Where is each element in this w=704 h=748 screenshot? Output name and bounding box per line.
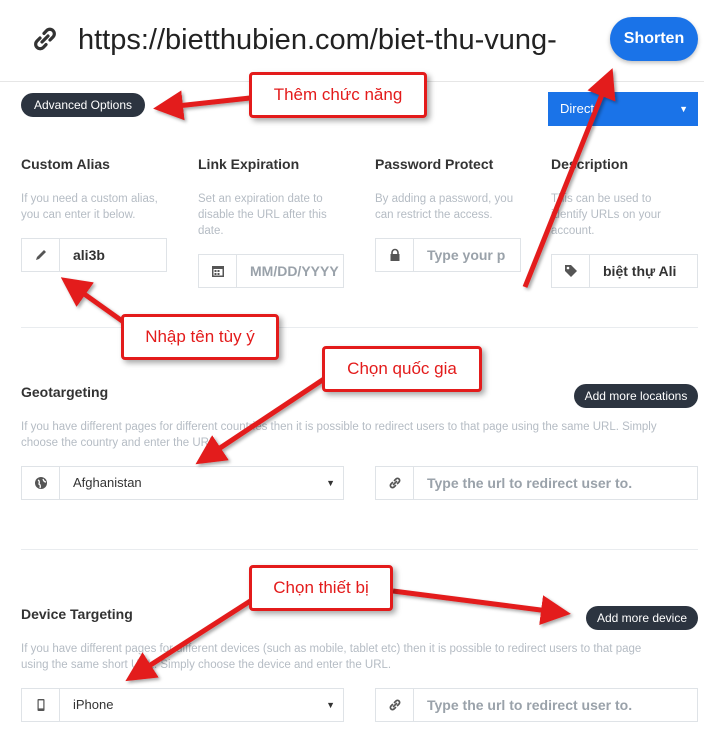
- annotation-them-chuc-nang: Thêm chức năng: [249, 72, 427, 118]
- chevron-down-icon: ▼: [326, 700, 335, 710]
- link-expiration-label: Link Expiration: [198, 156, 300, 172]
- chevron-down-icon: ▼: [679, 104, 688, 114]
- lock-icon: [376, 239, 414, 271]
- url-input[interactable]: [78, 20, 598, 60]
- password-protect-help: By adding a password, you can restrict th…: [375, 193, 514, 221]
- device-select[interactable]: iPhone ▼: [21, 688, 344, 722]
- divider: [21, 549, 698, 550]
- phone-icon: [22, 689, 60, 721]
- pencil-icon: [22, 239, 60, 271]
- description-label: Description: [551, 156, 629, 172]
- expiration-date-field[interactable]: MM/DD/YYYY: [198, 254, 344, 288]
- device-redirect-url-placeholder: Type the url to redirect user to.: [427, 697, 633, 713]
- tag-icon: [552, 255, 590, 287]
- device-targeting-help: If you have different pages for differen…: [21, 643, 642, 671]
- device-value: iPhone: [73, 697, 114, 712]
- annotation-chon-quoc-gia: Chọn quốc gia: [322, 346, 482, 392]
- redirect-type-select[interactable]: Direct ▼: [548, 92, 698, 126]
- annotation-nhap-ten: Nhập tên tùy ý: [121, 314, 279, 360]
- annotation-arrow: [153, 90, 251, 121]
- custom-alias-label: Custom Alias: [21, 156, 110, 172]
- geotargeting-label: Geotargeting: [21, 384, 109, 400]
- geo-redirect-url-placeholder: Type the url to redirect user to.: [427, 475, 633, 491]
- description-value: biệt thự Ali: [603, 263, 677, 279]
- device-redirect-url-field[interactable]: Type the url to redirect user to.: [375, 688, 698, 722]
- country-value: Afghanistan: [73, 475, 142, 490]
- add-more-device-button[interactable]: Add more device: [586, 606, 698, 630]
- redirect-type-value: Direct: [560, 101, 594, 116]
- add-more-locations-button[interactable]: Add more locations: [574, 384, 698, 408]
- geotargeting-help: If you have different pages for differen…: [21, 421, 657, 449]
- shorten-button[interactable]: Shorten: [610, 17, 698, 61]
- link-icon: [30, 24, 60, 54]
- device-targeting-label: Device Targeting: [21, 606, 133, 622]
- link-icon: [376, 467, 414, 499]
- link-expiration-help: Set an expiration date to disable the URL…: [198, 193, 327, 237]
- password-field[interactable]: Type your p: [375, 238, 521, 272]
- chevron-down-icon: ▼: [326, 478, 335, 488]
- annotation-arrow: [392, 588, 571, 625]
- annotation-arrow: [60, 277, 127, 326]
- custom-alias-field[interactable]: ali3b: [21, 238, 167, 272]
- expiration-date-placeholder: MM/DD/YYYY: [250, 263, 339, 279]
- globe-icon: [22, 467, 60, 499]
- password-placeholder: Type your p: [427, 247, 506, 263]
- country-select[interactable]: Afghanistan ▼: [21, 466, 344, 500]
- link-icon: [376, 689, 414, 721]
- password-protect-label: Password Protect: [375, 156, 494, 172]
- description-field[interactable]: biệt thự Ali: [551, 254, 698, 288]
- geo-redirect-url-field[interactable]: Type the url to redirect user to.: [375, 466, 698, 500]
- annotation-chon-thiet-bi: Chọn thiết bị: [249, 565, 393, 611]
- calendar-icon: [199, 255, 237, 287]
- custom-alias-value: ali3b: [73, 247, 105, 263]
- description-help: This can be used to identify URLs on your…: [551, 193, 661, 237]
- advanced-options-button[interactable]: Advanced Options: [21, 93, 145, 117]
- custom-alias-help: If you need a custom alias, you can enter…: [21, 193, 158, 221]
